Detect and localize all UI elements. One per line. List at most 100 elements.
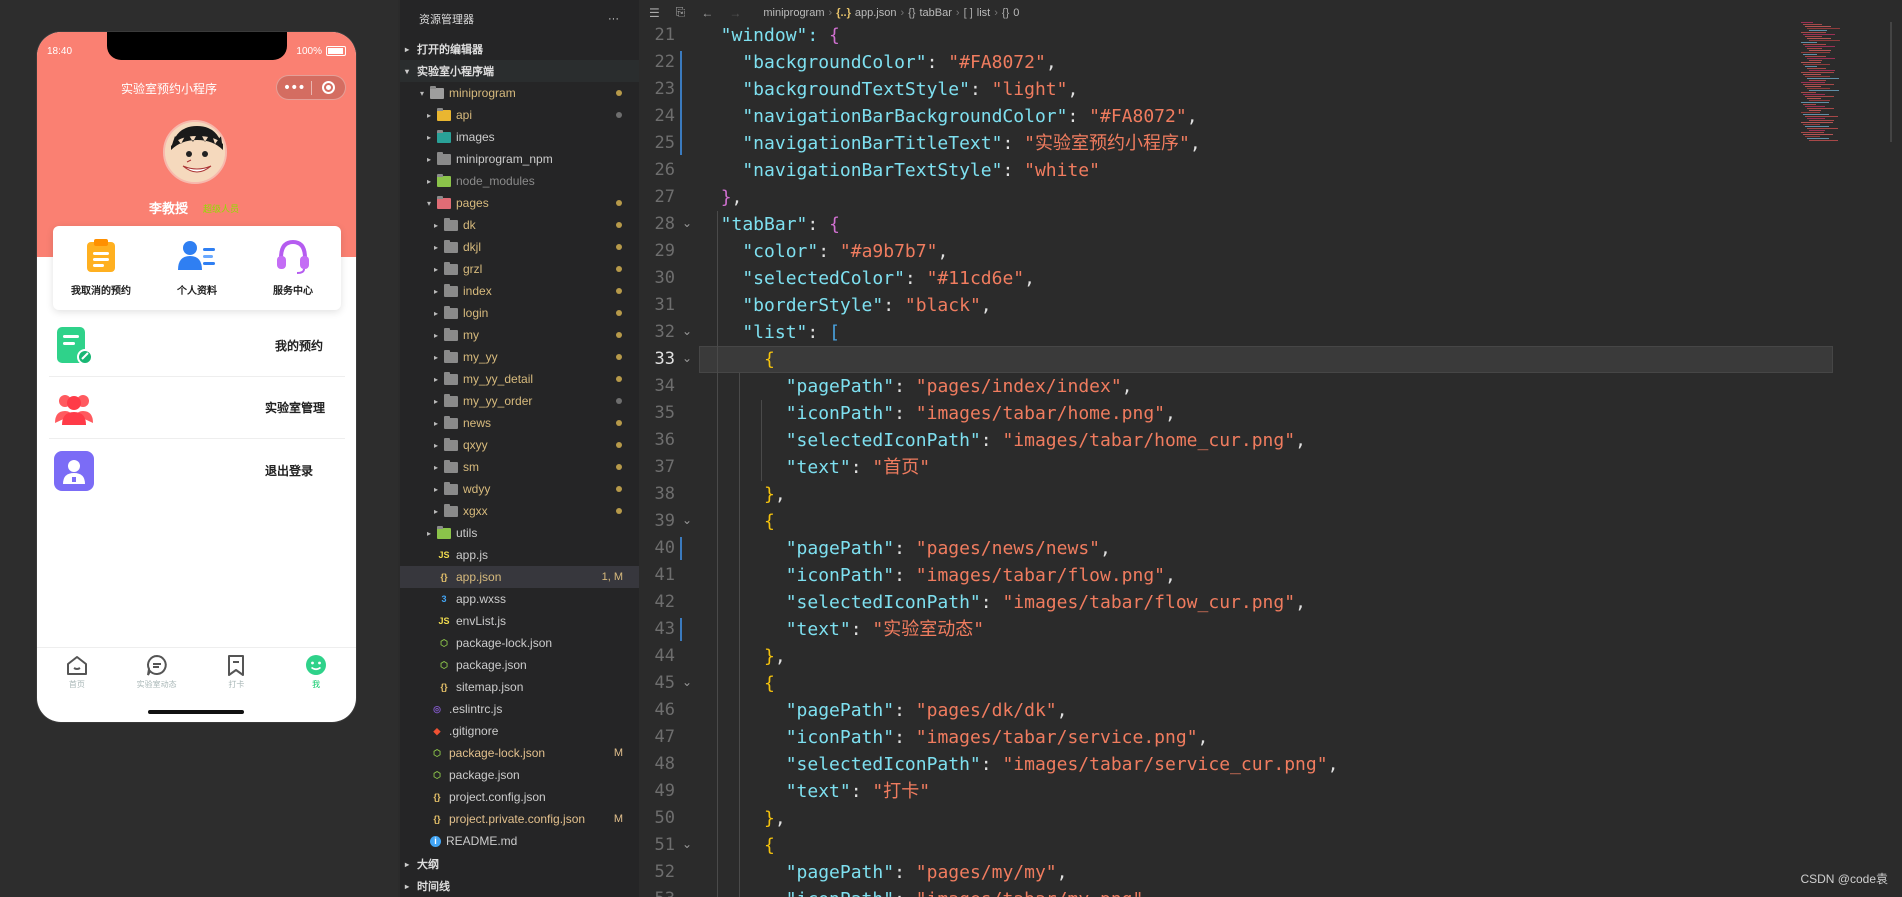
fold-chevron-icon[interactable]: ⌄ (681, 675, 693, 689)
code-line[interactable]: "text": "首页" (699, 454, 930, 481)
code-line[interactable]: "text": "实验室动态" (699, 616, 984, 643)
code-line[interactable]: { (699, 508, 775, 535)
code-line[interactable]: "backgroundColor": "#FA8072", (699, 49, 1056, 76)
tree-folder[interactable]: ▸ my_yy_detail (400, 368, 639, 390)
tree-folder[interactable]: ▾ pages (400, 192, 639, 214)
tab-lab-news[interactable]: 实验室动态 (117, 648, 197, 697)
tree-folder[interactable]: ▸ qxyy (400, 434, 639, 456)
quick-action-profile[interactable]: 个人资料 (149, 226, 245, 310)
code-line[interactable]: "pagePath": "pages/dk/dk", (699, 697, 1068, 724)
close-mini-program-button[interactable] (311, 81, 345, 94)
tree-folder[interactable]: ▸ xgxx (400, 500, 639, 522)
fold-chevron-icon[interactable]: ⌄ (681, 513, 693, 527)
fold-chevron-icon[interactable]: ⌄ (681, 837, 693, 851)
breadcrumb-index[interactable]: 0 (1013, 7, 1019, 19)
fold-chevron-icon[interactable]: ⌄ (681, 351, 693, 365)
code-line[interactable]: "backgroundTextStyle": "light", (699, 76, 1078, 103)
forward-arrow-icon[interactable]: → (729, 6, 741, 20)
code-line[interactable]: "borderStyle": "black", (699, 292, 991, 319)
breadcrumb-object[interactable]: tabBar (920, 7, 952, 19)
code-line[interactable]: }, (699, 481, 786, 508)
tree-file[interactable]: ◎ .eslintrc.js (400, 698, 639, 720)
tree-folder[interactable]: ▸ index (400, 280, 639, 302)
minimap[interactable] (1797, 22, 1892, 162)
code-line[interactable]: "navigationBarBackgroundColor": "#FA8072… (699, 103, 1197, 130)
more-menu-button[interactable]: ••• (277, 78, 311, 98)
code-line[interactable]: "iconPath": "images/tabar/my.png", (699, 886, 1155, 897)
quick-action-cancelled[interactable]: 我取消的预约 (53, 226, 149, 310)
code-area[interactable]: "window": { "backgroundColor": "#FA8072"… (699, 25, 1889, 897)
code-line[interactable]: "text": "打卡" (699, 778, 930, 805)
code-line[interactable]: "tabBar": { (699, 211, 840, 238)
tree-folder[interactable]: ▸ utils (400, 522, 639, 544)
tree-folder[interactable]: ▸ sm (400, 456, 639, 478)
tab-check-in[interactable]: 打卡 (197, 648, 277, 697)
code-line[interactable]: "selectedColor": "#11cd6e", (699, 265, 1035, 292)
tree-file[interactable]: ◆ .gitignore (400, 720, 639, 742)
code-line[interactable]: "iconPath": "images/tabar/service.png", (699, 724, 1209, 751)
section-open-editors[interactable]: ▸ 打开的编辑器 (400, 38, 639, 60)
code-line[interactable]: { (699, 832, 775, 859)
list-icon[interactable]: ☰ (649, 6, 660, 20)
code-line[interactable]: "pagePath": "pages/index/index", (699, 373, 1133, 400)
tab-home[interactable]: 首页 (37, 648, 117, 697)
code-line[interactable]: { (699, 346, 775, 373)
code-line[interactable]: { (699, 670, 775, 697)
explorer-more-button[interactable]: ··· (608, 13, 619, 25)
tree-folder[interactable]: ▸ dk (400, 214, 639, 236)
code-editor[interactable]: ☰ ⎘ ← → miniprogram › {..} app.json › {}… (641, 0, 1902, 897)
quick-action-service[interactable]: 服务中心 (245, 226, 341, 310)
code-line[interactable]: "window": { (699, 25, 840, 49)
code-line[interactable]: }, (699, 643, 786, 670)
breadcrumb-folder[interactable]: miniprogram (763, 7, 824, 19)
fold-chevron-icon[interactable]: ⌄ (681, 216, 693, 230)
code-line[interactable]: }, (699, 184, 743, 211)
code-line[interactable]: "selectedIconPath": "images/tabar/home_c… (699, 427, 1306, 454)
breadcrumb-file[interactable]: app.json (855, 7, 897, 19)
bookmark-icon[interactable]: ⎘ (676, 5, 686, 20)
tab-me[interactable]: 我 (276, 648, 356, 697)
tree-file[interactable]: ⬡ package-lock.json M (400, 742, 639, 764)
tree-folder[interactable]: ▸ login (400, 302, 639, 324)
code-line[interactable]: "navigationBarTitleText": "实验室预约小程序", (699, 130, 1200, 157)
tree-file[interactable]: {} project.config.json (400, 786, 639, 808)
back-arrow-icon[interactable]: ← (701, 6, 713, 20)
tree-file[interactable]: JS envList.js (400, 610, 639, 632)
tree-file[interactable]: ⬡ package-lock.json (400, 632, 639, 654)
code-line[interactable]: "selectedIconPath": "images/tabar/servic… (699, 751, 1339, 778)
tree-file[interactable]: 3 app.wxss (400, 588, 639, 610)
mini-program-capsule[interactable]: ••• (276, 75, 346, 100)
tree-file[interactable]: {} app.json 1, M (400, 566, 639, 588)
code-line[interactable]: "iconPath": "images/tabar/flow.png", (699, 562, 1176, 589)
code-line[interactable]: "iconPath": "images/tabar/home.png", (699, 400, 1176, 427)
tree-folder[interactable]: ▸ dkjl (400, 236, 639, 258)
menu-logout[interactable]: 退出登录 (49, 440, 345, 502)
tree-folder[interactable]: ▾ miniprogram (400, 82, 639, 104)
tree-folder[interactable]: ▸ images (400, 126, 639, 148)
tree-folder[interactable]: ▸ miniprogram_npm (400, 148, 639, 170)
tree-file[interactable]: ⬡ package.json (400, 654, 639, 676)
code-line[interactable]: "selectedIconPath": "images/tabar/flow_c… (699, 589, 1306, 616)
avatar[interactable] (163, 120, 227, 184)
code-line[interactable]: "navigationBarTextStyle": "white" (699, 157, 1100, 184)
section-project[interactable]: ▾ 实验室小程序端 (400, 60, 639, 82)
scrollbar[interactable] (1890, 22, 1892, 142)
section-timeline[interactable]: ▸ 时间线 (400, 875, 639, 897)
code-line[interactable]: }, (699, 805, 786, 832)
tree-folder[interactable]: ▸ my_yy_order (400, 390, 639, 412)
code-line[interactable]: "list": [ (699, 319, 840, 346)
tree-file[interactable]: JS app.js (400, 544, 639, 566)
code-line[interactable]: "pagePath": "pages/news/news", (699, 535, 1111, 562)
tree-folder[interactable]: ▸ grzl (400, 258, 639, 280)
tree-folder[interactable]: ▸ my (400, 324, 639, 346)
tree-folder[interactable]: ▸ wdyy (400, 478, 639, 500)
tree-folder[interactable]: ▸ node_modules (400, 170, 639, 192)
code-line[interactable]: "color": "#a9b7b7", (699, 238, 948, 265)
menu-my-reservations[interactable]: 我的预约 (49, 315, 345, 377)
tree-file[interactable]: {} project.private.config.json M (400, 808, 639, 830)
tree-file[interactable]: ⬡ package.json (400, 764, 639, 786)
tree-folder[interactable]: ▸ my_yy (400, 346, 639, 368)
tree-folder[interactable]: ▸ news (400, 412, 639, 434)
menu-lab-management[interactable]: 实验室管理 (49, 377, 345, 439)
section-outline[interactable]: ▸ 大纲 (400, 853, 639, 875)
